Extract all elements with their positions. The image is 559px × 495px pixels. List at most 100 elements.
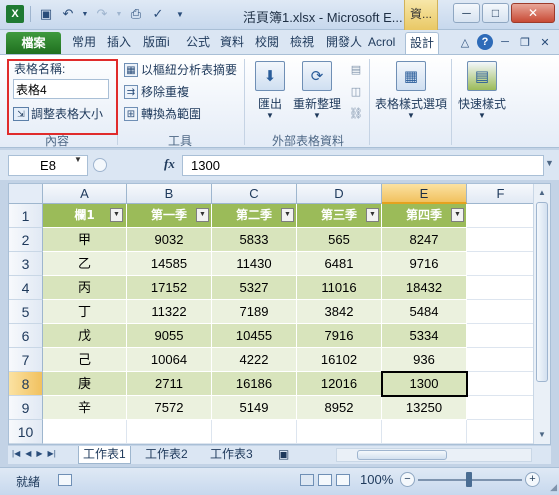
value-cell[interactable]: 4222: [212, 348, 297, 372]
undo-dropdown-icon[interactable]: ▼: [81, 5, 89, 23]
row-header-2[interactable]: 2: [9, 228, 43, 252]
value-cell[interactable]: 11430: [212, 252, 297, 276]
sheet-tab-1[interactable]: 工作表1: [78, 446, 131, 464]
print-preview-icon[interactable]: ⎙: [127, 5, 145, 23]
next-sheet-icon[interactable]: ▶: [36, 449, 42, 458]
filter-dropdown-icon[interactable]: ▼: [451, 208, 464, 222]
cell[interactable]: [467, 420, 535, 444]
close-button[interactable]: ✕: [511, 3, 555, 23]
row-header-4[interactable]: 4: [9, 276, 43, 300]
unlink-icon[interactable]: ⛓: [349, 107, 363, 121]
row-label-cell[interactable]: 丙: [43, 276, 127, 300]
scroll-down-icon[interactable]: ▼: [535, 428, 549, 442]
cell[interactable]: [297, 420, 382, 444]
value-cell[interactable]: 5484: [382, 300, 467, 324]
cell[interactable]: [467, 276, 535, 300]
row-label-cell[interactable]: 己: [43, 348, 127, 372]
filter-dropdown-icon[interactable]: ▼: [281, 208, 294, 222]
excel-icon[interactable]: X: [6, 5, 24, 23]
workbook-close-icon[interactable]: ✕: [537, 34, 553, 50]
export-button[interactable]: ⬇ 匯出 ▼: [255, 61, 285, 120]
tab-home[interactable]: 常用: [68, 32, 100, 54]
value-cell[interactable]: 7916: [297, 324, 382, 348]
row-label-cell[interactable]: 戊: [43, 324, 127, 348]
value-cell[interactable]: 16186: [212, 372, 297, 396]
value-cell[interactable]: 10064: [127, 348, 212, 372]
help-icon[interactable]: ?: [477, 34, 493, 50]
filter-dropdown-icon[interactable]: ▼: [196, 208, 209, 222]
cell[interactable]: [467, 348, 535, 372]
expand-formula-icon[interactable]: ▼: [545, 158, 554, 168]
formula-input[interactable]: 1300: [182, 155, 544, 176]
row-header-3[interactable]: 3: [9, 252, 43, 276]
tab-view[interactable]: 檢視: [286, 32, 318, 54]
column-header-f[interactable]: F: [467, 184, 535, 204]
zoom-slider-thumb[interactable]: [466, 472, 472, 487]
spelling-icon[interactable]: ✓: [149, 5, 167, 23]
quick-styles-button[interactable]: ▤ 快速樣式 ▼: [458, 61, 506, 120]
value-cell[interactable]: 2711: [127, 372, 212, 396]
cell[interactable]: [382, 420, 467, 444]
minimize-ribbon-icon[interactable]: △: [457, 34, 473, 50]
minimize-button[interactable]: ─: [453, 3, 480, 23]
refresh-button[interactable]: ⟳ 重新整理 ▼: [293, 61, 341, 120]
zoom-in-button[interactable]: +: [525, 472, 540, 487]
column-header-e[interactable]: E: [382, 184, 467, 204]
cell[interactable]: [467, 396, 535, 420]
remove-duplicates-button[interactable]: ⇉ 移除重複: [124, 83, 189, 100]
value-cell[interactable]: 6481: [297, 252, 382, 276]
tab-design[interactable]: 設計: [405, 32, 440, 54]
value-cell[interactable]: 7572: [127, 396, 212, 420]
cell[interactable]: [467, 252, 535, 276]
filter-dropdown-icon[interactable]: ▼: [366, 208, 379, 222]
value-cell[interactable]: 16102: [297, 348, 382, 372]
value-cell[interactable]: 5327: [212, 276, 297, 300]
summarize-pivot-button[interactable]: ▦ 以樞紐分析表摘要: [124, 61, 237, 78]
cell[interactable]: [43, 420, 127, 444]
worksheet-grid[interactable]: A B C D E F 1 2 3 4 5 6 7 8 9 10 欄1 第一季 …: [8, 183, 551, 445]
value-cell[interactable]: 565: [297, 228, 382, 252]
tab-data[interactable]: 資料: [216, 32, 248, 54]
tab-developer[interactable]: 開發人: [322, 32, 366, 54]
row-header-6[interactable]: 6: [9, 324, 43, 348]
zoom-out-button[interactable]: −: [400, 472, 415, 487]
row-header-9[interactable]: 9: [9, 396, 43, 420]
value-cell[interactable]: 936: [382, 348, 467, 372]
redo-dropdown-icon[interactable]: ▼: [115, 5, 123, 23]
value-cell[interactable]: 3842: [297, 300, 382, 324]
open-in-browser-icon[interactable]: ◫: [349, 85, 363, 99]
cell[interactable]: [467, 324, 535, 348]
tab-formulas[interactable]: 公式: [182, 32, 214, 54]
tab-page-layout[interactable]: 版面i: [139, 32, 174, 54]
tab-file[interactable]: 檔案: [6, 32, 61, 54]
insert-function-icon[interactable]: fx: [164, 156, 175, 172]
row-label-cell[interactable]: 丁: [43, 300, 127, 324]
zoom-level[interactable]: 100%: [360, 472, 393, 487]
tab-acrobat[interactable]: Acrol: [364, 32, 399, 54]
convert-to-range-button[interactable]: ⊞ 轉換為範圍: [124, 105, 201, 122]
cell[interactable]: [467, 228, 535, 252]
row-header-7[interactable]: 7: [9, 348, 43, 372]
insert-sheet-icon[interactable]: ▣: [274, 446, 293, 464]
value-cell[interactable]: 11016: [297, 276, 382, 300]
value-cell[interactable]: 12016: [297, 372, 382, 396]
value-cell[interactable]: 5149: [212, 396, 297, 420]
column-header-b[interactable]: B: [127, 184, 212, 204]
value-cell[interactable]: 9055: [127, 324, 212, 348]
cell[interactable]: [467, 372, 535, 396]
row-header-1[interactable]: 1: [9, 204, 43, 228]
row-label-cell[interactable]: 辛: [43, 396, 127, 420]
row-header-10[interactable]: 10: [9, 420, 43, 444]
cell[interactable]: [212, 420, 297, 444]
table-style-options-button[interactable]: ▦ 表格樣式選項 ▼: [375, 61, 447, 120]
value-cell[interactable]: 5833: [212, 228, 297, 252]
value-cell[interactable]: 5334: [382, 324, 467, 348]
formula-bar-resize-handle[interactable]: [93, 158, 107, 172]
row-header-5[interactable]: 5: [9, 300, 43, 324]
tab-insert[interactable]: 插入: [103, 32, 135, 54]
row-label-cell[interactable]: 甲: [43, 228, 127, 252]
value-cell[interactable]: 7189: [212, 300, 297, 324]
row-label-cell[interactable]: 庚: [43, 372, 127, 396]
value-cell[interactable]: 9716: [382, 252, 467, 276]
tab-review[interactable]: 校閱: [251, 32, 283, 54]
